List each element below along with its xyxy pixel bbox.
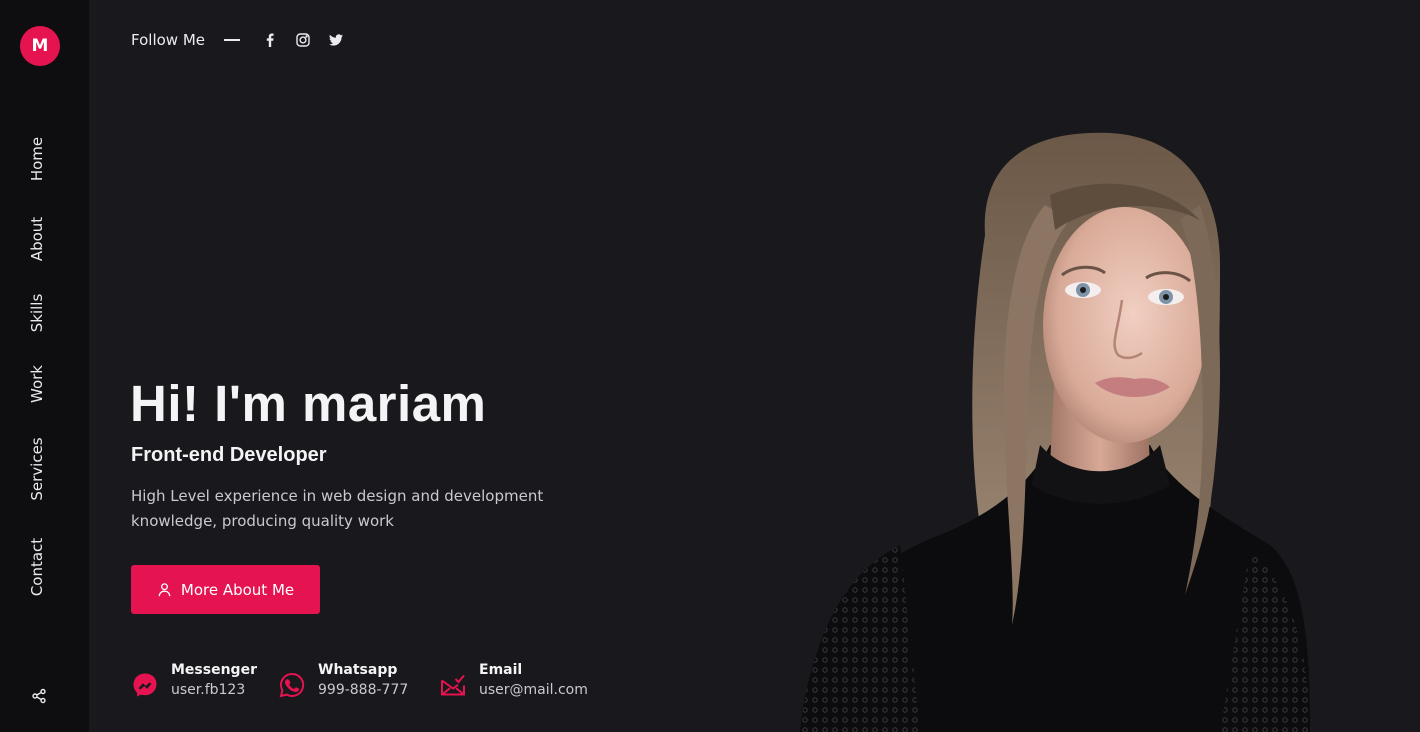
nav-home[interactable]: Home bbox=[28, 137, 46, 181]
contact-email-title: Email bbox=[479, 662, 523, 678]
follow-divider bbox=[224, 39, 240, 41]
follow-label: Follow Me bbox=[131, 31, 205, 49]
facebook-icon[interactable] bbox=[262, 32, 278, 48]
twitter-icon[interactable] bbox=[328, 32, 344, 48]
whatsapp-icon bbox=[278, 671, 306, 699]
nav-work[interactable]: Work bbox=[28, 365, 46, 403]
user-icon bbox=[157, 582, 172, 597]
contact-email-value: user@mail.com bbox=[479, 682, 588, 698]
contact-messenger[interactable]: Messenger user.fb123 bbox=[131, 662, 257, 699]
follow-bar: Follow Me bbox=[131, 30, 361, 50]
contact-whatsapp-value: 999-888-777 bbox=[318, 682, 409, 698]
more-about-me-button[interactable]: More About Me bbox=[131, 565, 320, 614]
sidebar: M Home About Skills Work Services Contac… bbox=[0, 0, 89, 732]
profile-photo bbox=[800, 132, 1310, 732]
contact-whatsapp-title: Whatsapp bbox=[318, 662, 398, 678]
contact-messenger-value: user.fb123 bbox=[171, 682, 246, 698]
nav-contact[interactable]: Contact bbox=[28, 538, 46, 596]
share-icon[interactable] bbox=[31, 688, 47, 704]
nav-about[interactable]: About bbox=[28, 217, 46, 261]
contact-messenger-title: Messenger bbox=[171, 662, 257, 678]
hero-subtitle: Front-end Developer bbox=[131, 444, 327, 466]
hero-description: High Level experience in web design and … bbox=[131, 487, 544, 530]
hero-title: Hi! I'm mariam bbox=[130, 375, 487, 432]
nav-skills[interactable]: Skills bbox=[28, 294, 46, 333]
logo[interactable]: M bbox=[20, 26, 60, 66]
messenger-icon bbox=[131, 671, 159, 699]
instagram-icon[interactable] bbox=[295, 32, 311, 48]
email-icon bbox=[439, 671, 467, 699]
nav-services[interactable]: Services bbox=[28, 437, 46, 500]
contact-whatsapp[interactable]: Whatsapp 999-888-777 bbox=[278, 662, 408, 699]
contact-email[interactable]: Email user@mail.com bbox=[439, 662, 588, 699]
more-about-me-label: More About Me bbox=[180, 580, 295, 599]
